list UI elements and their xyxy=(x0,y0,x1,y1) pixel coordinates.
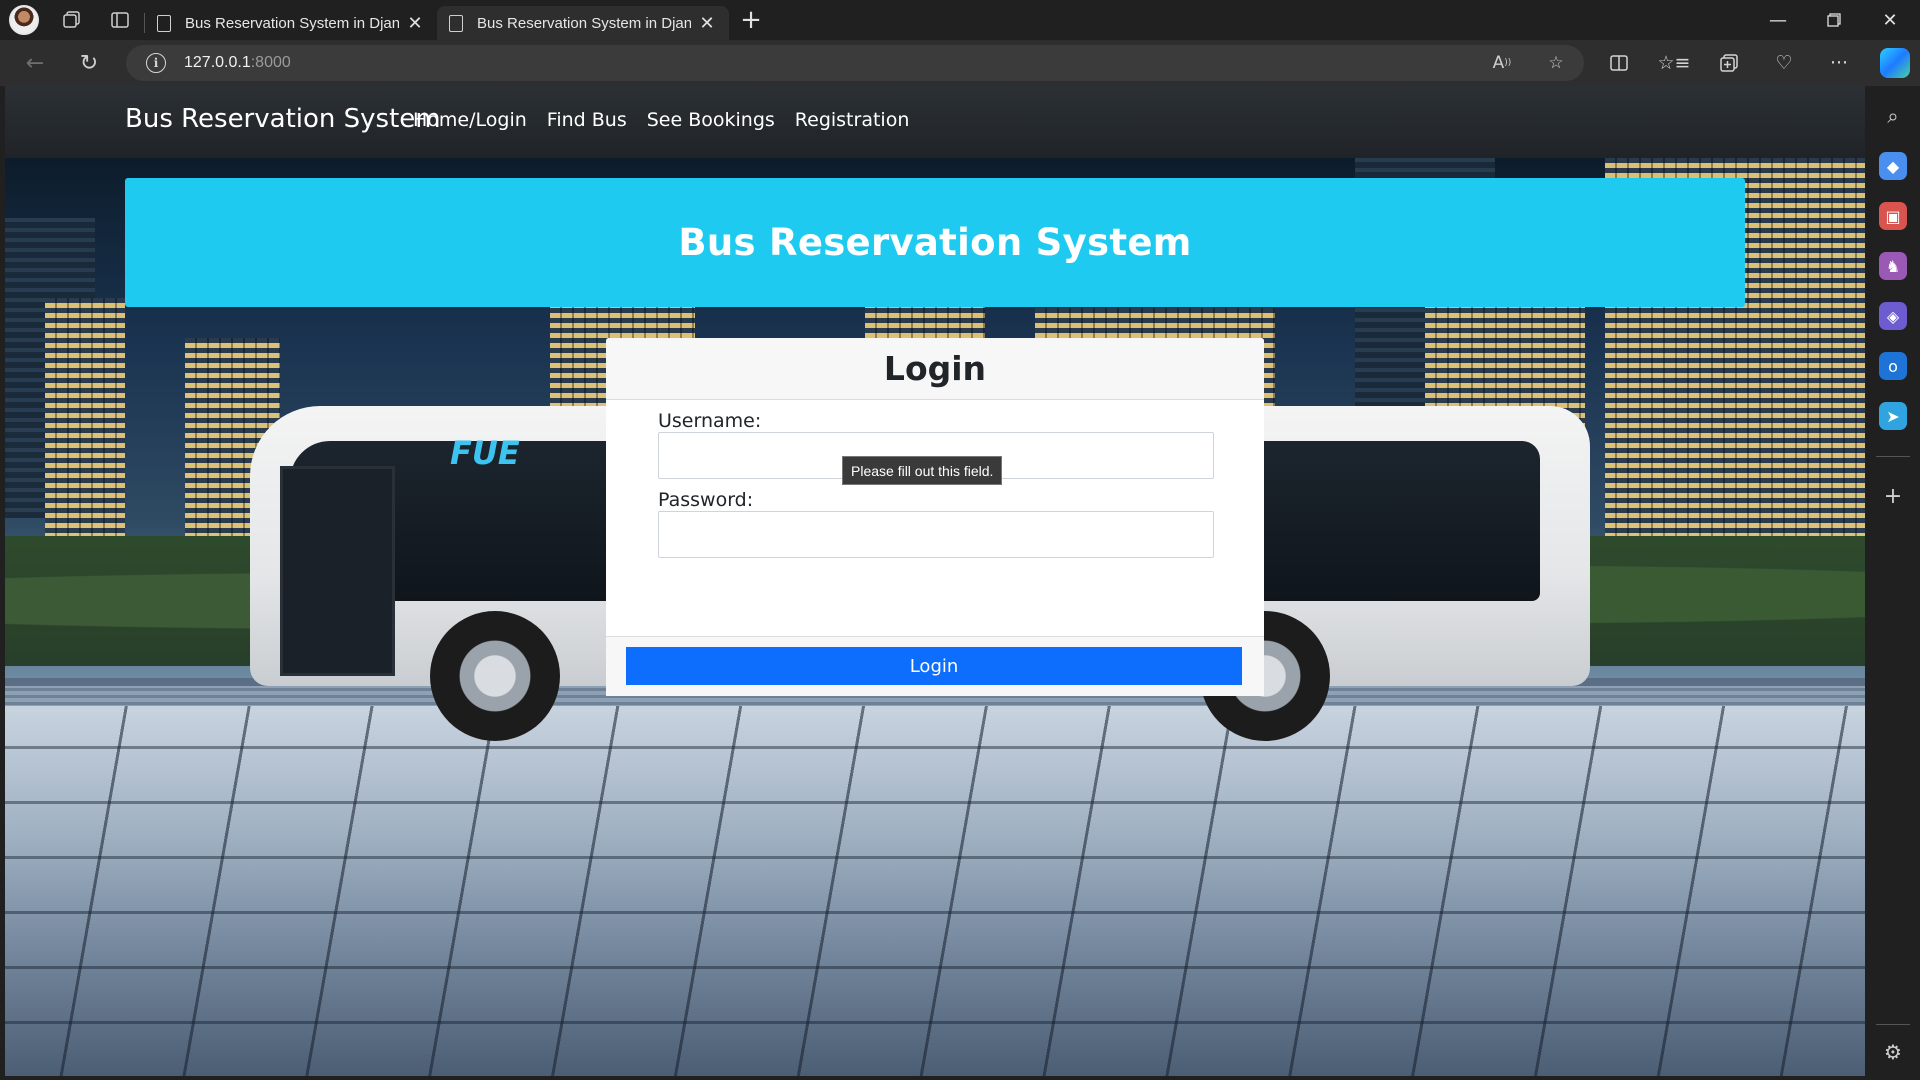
tab-title: Bus Reservation System in Djang xyxy=(477,14,691,32)
url-text: 127.0.0.1:8000 xyxy=(184,54,291,72)
settings-gear-icon[interactable]: ⚙ xyxy=(1879,1038,1907,1066)
restore-icon[interactable] xyxy=(1806,0,1862,40)
nav-links: Home/Login Find Bus See Bookings Registr… xyxy=(413,109,909,131)
login-card-footer: Login xyxy=(606,636,1264,696)
login-button[interactable]: Login xyxy=(626,647,1242,685)
sidebar-divider xyxy=(1876,456,1910,457)
password-input[interactable] xyxy=(658,511,1214,558)
read-aloud-icon[interactable]: A)) xyxy=(1490,51,1514,75)
browser-essentials-icon[interactable]: ♡ xyxy=(1767,46,1801,80)
tools-icon[interactable]: ▣ xyxy=(1879,202,1907,230)
tab-actions-icon[interactable] xyxy=(96,0,144,40)
page-icon xyxy=(449,14,463,32)
nav-home-login[interactable]: Home/Login xyxy=(413,109,527,131)
site-brand[interactable]: Bus Reservation System xyxy=(125,104,441,134)
browser-toolbar: ← ↻ i 127.0.0.1:8000 A)) ☆ ☆≡ ♡ ··· xyxy=(0,40,1920,86)
hero-title: Bus Reservation System xyxy=(678,221,1192,264)
shopping-tag-icon[interactable]: ◆ xyxy=(1879,152,1907,180)
copilot-icon[interactable] xyxy=(1880,48,1910,78)
nav-see-bookings[interactable]: See Bookings xyxy=(647,109,775,131)
login-card-header: Login xyxy=(606,338,1264,400)
page-viewport: FUE Bus Reservation System Home/Login Fi… xyxy=(5,86,1865,1076)
site-info-icon[interactable]: i xyxy=(146,53,166,73)
microsoft365-icon[interactable]: ◈ xyxy=(1879,302,1907,330)
browser-tab-2[interactable]: Bus Reservation System in Djang ✕ xyxy=(437,6,729,40)
page-icon xyxy=(157,14,171,32)
refresh-icon[interactable]: ↻ xyxy=(72,46,106,80)
close-tab-icon[interactable]: ✕ xyxy=(697,13,717,34)
close-window-icon[interactable]: ✕ xyxy=(1862,0,1918,40)
workspaces-icon[interactable] xyxy=(48,0,96,40)
login-heading: Login xyxy=(883,349,987,388)
password-label: Password: xyxy=(658,489,754,511)
nav-find-bus[interactable]: Find Bus xyxy=(547,109,627,131)
more-options-icon[interactable]: ··· xyxy=(1822,46,1856,80)
nav-registration[interactable]: Registration xyxy=(795,109,910,131)
games-icon[interactable]: ♞ xyxy=(1879,252,1907,280)
avatar xyxy=(9,5,39,35)
close-tab-icon[interactable]: ✕ xyxy=(405,13,425,34)
login-card: Login Username: Password: Please fill ou… xyxy=(606,338,1264,696)
building xyxy=(45,298,125,548)
split-screen-icon[interactable] xyxy=(1602,46,1636,80)
tiled-plaza xyxy=(5,706,1865,1076)
search-icon[interactable]: ⌕ xyxy=(1879,102,1907,130)
username-label: Username: xyxy=(658,410,762,432)
profile-avatar[interactable] xyxy=(0,0,48,40)
url-host: 127.0.0.1 xyxy=(184,54,251,71)
favorite-star-icon[interactable]: ☆ xyxy=(1544,51,1568,75)
favorites-icon[interactable]: ☆≡ xyxy=(1657,46,1691,80)
tab-title: Bus Reservation System in Djang xyxy=(185,14,399,32)
validation-tooltip: Please fill out this field. xyxy=(842,456,1003,485)
browser-tabbar: Bus Reservation System in Djang ✕ Bus Re… xyxy=(0,0,1920,40)
add-icon[interactable]: + xyxy=(1879,482,1907,510)
bus-logo: FUE xyxy=(450,434,520,472)
url-port: :8000 xyxy=(250,54,291,71)
site-navbar: Bus Reservation System Home/Login Find B… xyxy=(5,86,1865,158)
outlook-icon[interactable]: o xyxy=(1879,352,1907,380)
browser-tab-1[interactable]: Bus Reservation System in Djang ✕ xyxy=(145,6,437,40)
back-icon[interactable]: ← xyxy=(18,46,52,80)
hero-banner: Bus Reservation System xyxy=(125,178,1745,307)
new-tab-button[interactable]: + xyxy=(729,0,773,40)
sidebar-divider xyxy=(1876,1024,1910,1025)
minimize-icon[interactable]: — xyxy=(1750,0,1806,40)
bus-wheel xyxy=(430,611,560,741)
collections-icon[interactable] xyxy=(1712,46,1746,80)
browser-sidebar: ⌕ ◆ ▣ ♞ ◈ o ➤ + ⚙ xyxy=(1866,86,1920,1080)
drop-icon[interactable]: ➤ xyxy=(1879,402,1907,430)
address-bar[interactable]: i 127.0.0.1:8000 A)) ☆ xyxy=(126,45,1584,81)
bus-door xyxy=(280,466,395,676)
